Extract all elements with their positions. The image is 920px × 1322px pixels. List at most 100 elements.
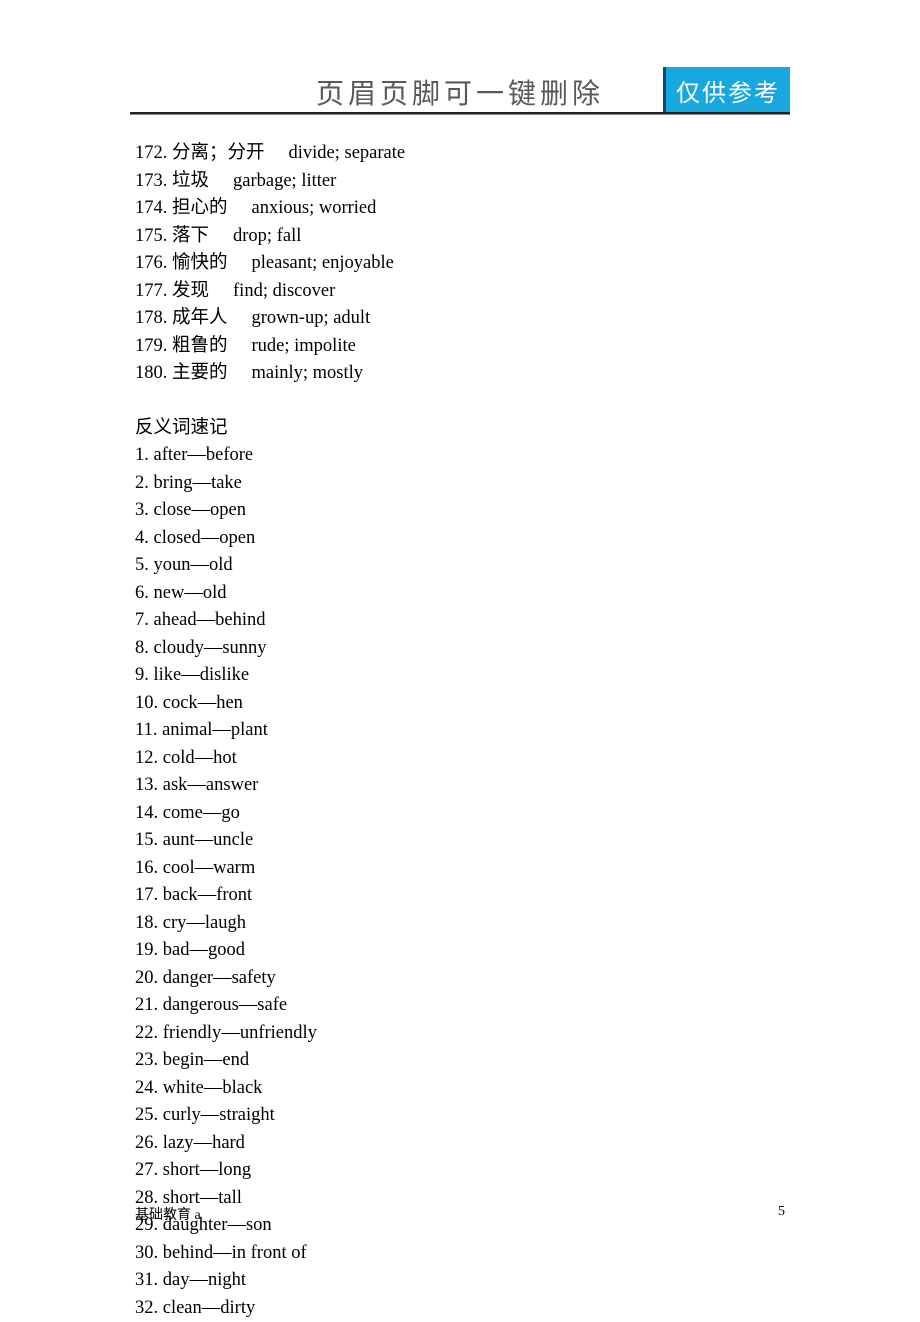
- footer-left: 基础教育 a: [135, 1204, 201, 1224]
- antonym-word-a: bring: [154, 473, 193, 493]
- item-number: 9.: [135, 665, 154, 685]
- antonym-item: 6. new—old: [135, 580, 785, 608]
- item-chinese: 分离；分开: [167, 143, 264, 163]
- dash-separator: —: [202, 1298, 221, 1318]
- item-number: 175.: [135, 223, 167, 251]
- dash-separator: —: [200, 1160, 219, 1180]
- item-number: 180.: [135, 360, 167, 388]
- antonym-item: 13. ask—answer: [135, 772, 785, 800]
- antonym-word-a: ask: [163, 775, 188, 795]
- item-number: 16.: [135, 858, 163, 878]
- dash-separator: —: [204, 1078, 223, 1098]
- item-number: 11.: [135, 720, 162, 740]
- antonym-item: 19. bad—good: [135, 937, 785, 965]
- antonym-word-a: short: [163, 1160, 200, 1180]
- antonym-word-b: in front of: [232, 1243, 307, 1263]
- antonym-item: 14. come—go: [135, 800, 785, 828]
- item-number: 178.: [135, 305, 167, 333]
- antonym-word-a: cloudy: [154, 638, 204, 658]
- item-number: 8.: [135, 638, 154, 658]
- item-number: 26.: [135, 1133, 163, 1153]
- antonym-word-b: dislike: [200, 665, 249, 685]
- item-chinese: 担心的: [167, 198, 227, 218]
- item-number: 173.: [135, 168, 167, 196]
- antonym-word-a: curly: [163, 1105, 201, 1125]
- antonym-item: 23. begin—end: [135, 1047, 785, 1075]
- header-badge: 仅供参考: [663, 67, 790, 114]
- antonym-item: 8. cloudy—sunny: [135, 635, 785, 663]
- dash-separator: —: [187, 445, 206, 465]
- item-number: 172.: [135, 140, 167, 168]
- dash-separator: —: [213, 968, 232, 988]
- antonym-item: 10. cock—hen: [135, 690, 785, 718]
- antonym-word-b: open: [210, 500, 246, 520]
- item-number: 20.: [135, 968, 163, 988]
- antonym-word-a: cold: [163, 748, 195, 768]
- antonym-word-a: come: [163, 803, 203, 823]
- item-number: 23.: [135, 1050, 163, 1070]
- item-number: 22.: [135, 1023, 163, 1043]
- antonym-item: 11. animal—plant: [135, 717, 785, 745]
- dash-separator: —: [187, 775, 206, 795]
- antonym-word-a: behind: [163, 1243, 213, 1263]
- antonym-word-a: friendly: [163, 1023, 222, 1043]
- dash-separator: —: [203, 803, 222, 823]
- antonym-word-b: hard: [212, 1133, 245, 1153]
- item-number: 1.: [135, 445, 154, 465]
- item-number: 176.: [135, 250, 167, 278]
- item-number: 13.: [135, 775, 163, 795]
- antonym-word-b: dirty: [220, 1298, 255, 1318]
- antonym-word-a: white: [163, 1078, 204, 1098]
- item-number: 17.: [135, 885, 163, 905]
- antonym-word-b: uncle: [213, 830, 253, 850]
- item-number: 4.: [135, 528, 154, 548]
- antonym-word-b: safety: [232, 968, 276, 988]
- antonym-word-a: cock: [163, 693, 198, 713]
- item-english: find; discover: [233, 281, 335, 301]
- item-chinese: 发现: [167, 281, 209, 301]
- antonym-item: 4. closed—open: [135, 525, 785, 553]
- item-chinese: 成年人: [167, 308, 227, 328]
- synonym-item: 179. 粗鲁的rude; impolite: [135, 333, 785, 361]
- synonym-item: 173. 垃圾garbage; litter: [135, 168, 785, 196]
- synonym-item: 175. 落下 drop; fall: [135, 223, 785, 251]
- item-number: 30.: [135, 1243, 163, 1263]
- antonym-item: 22. friendly—unfriendly: [135, 1020, 785, 1048]
- antonym-word-b: unfriendly: [240, 1023, 317, 1043]
- item-chinese: 落下: [167, 226, 209, 246]
- antonym-item: 5. youn—old: [135, 552, 785, 580]
- dash-separator: —: [189, 940, 208, 960]
- antonym-item: 27. short—long: [135, 1157, 785, 1185]
- dash-separator: —: [201, 528, 220, 548]
- section-title: 反义词速记: [135, 415, 785, 443]
- item-english: drop; fall: [233, 226, 301, 246]
- item-english: grown-up; adult: [252, 308, 371, 328]
- synonym-item: 172. 分离；分开divide; separate: [135, 140, 785, 168]
- antonym-word-b: night: [208, 1270, 246, 1290]
- antonym-word-a: begin: [163, 1050, 204, 1070]
- antonym-item: 16. cool—warm: [135, 855, 785, 883]
- item-english: mainly; mostly: [252, 363, 364, 383]
- antonym-word-b: hot: [213, 748, 237, 768]
- dash-separator: —: [195, 748, 214, 768]
- dash-separator: —: [204, 1050, 223, 1070]
- antonym-item: 15. aunt—uncle: [135, 827, 785, 855]
- antonym-item: 18. cry—laugh: [135, 910, 785, 938]
- item-number: 3.: [135, 500, 154, 520]
- synonyms-list: 172. 分离；分开divide; separate173. 垃圾garbage…: [135, 140, 785, 388]
- dash-separator: —: [186, 913, 205, 933]
- antonym-word-b: black: [222, 1078, 262, 1098]
- antonym-word-a: cry: [163, 913, 187, 933]
- item-english: anxious; worried: [252, 198, 377, 218]
- antonym-word-a: day: [163, 1270, 190, 1290]
- antonym-word-b: long: [218, 1160, 251, 1180]
- antonym-word-a: like: [154, 665, 182, 685]
- item-number: 15.: [135, 830, 163, 850]
- antonym-item: 26. lazy—hard: [135, 1130, 785, 1158]
- item-number: 179.: [135, 333, 167, 361]
- synonym-item: 177. 发现find; discover: [135, 278, 785, 306]
- antonym-item: 2. bring—take: [135, 470, 785, 498]
- antonym-item: 20. danger—safety: [135, 965, 785, 993]
- antonym-word-b: end: [222, 1050, 249, 1070]
- dash-separator: —: [184, 583, 203, 603]
